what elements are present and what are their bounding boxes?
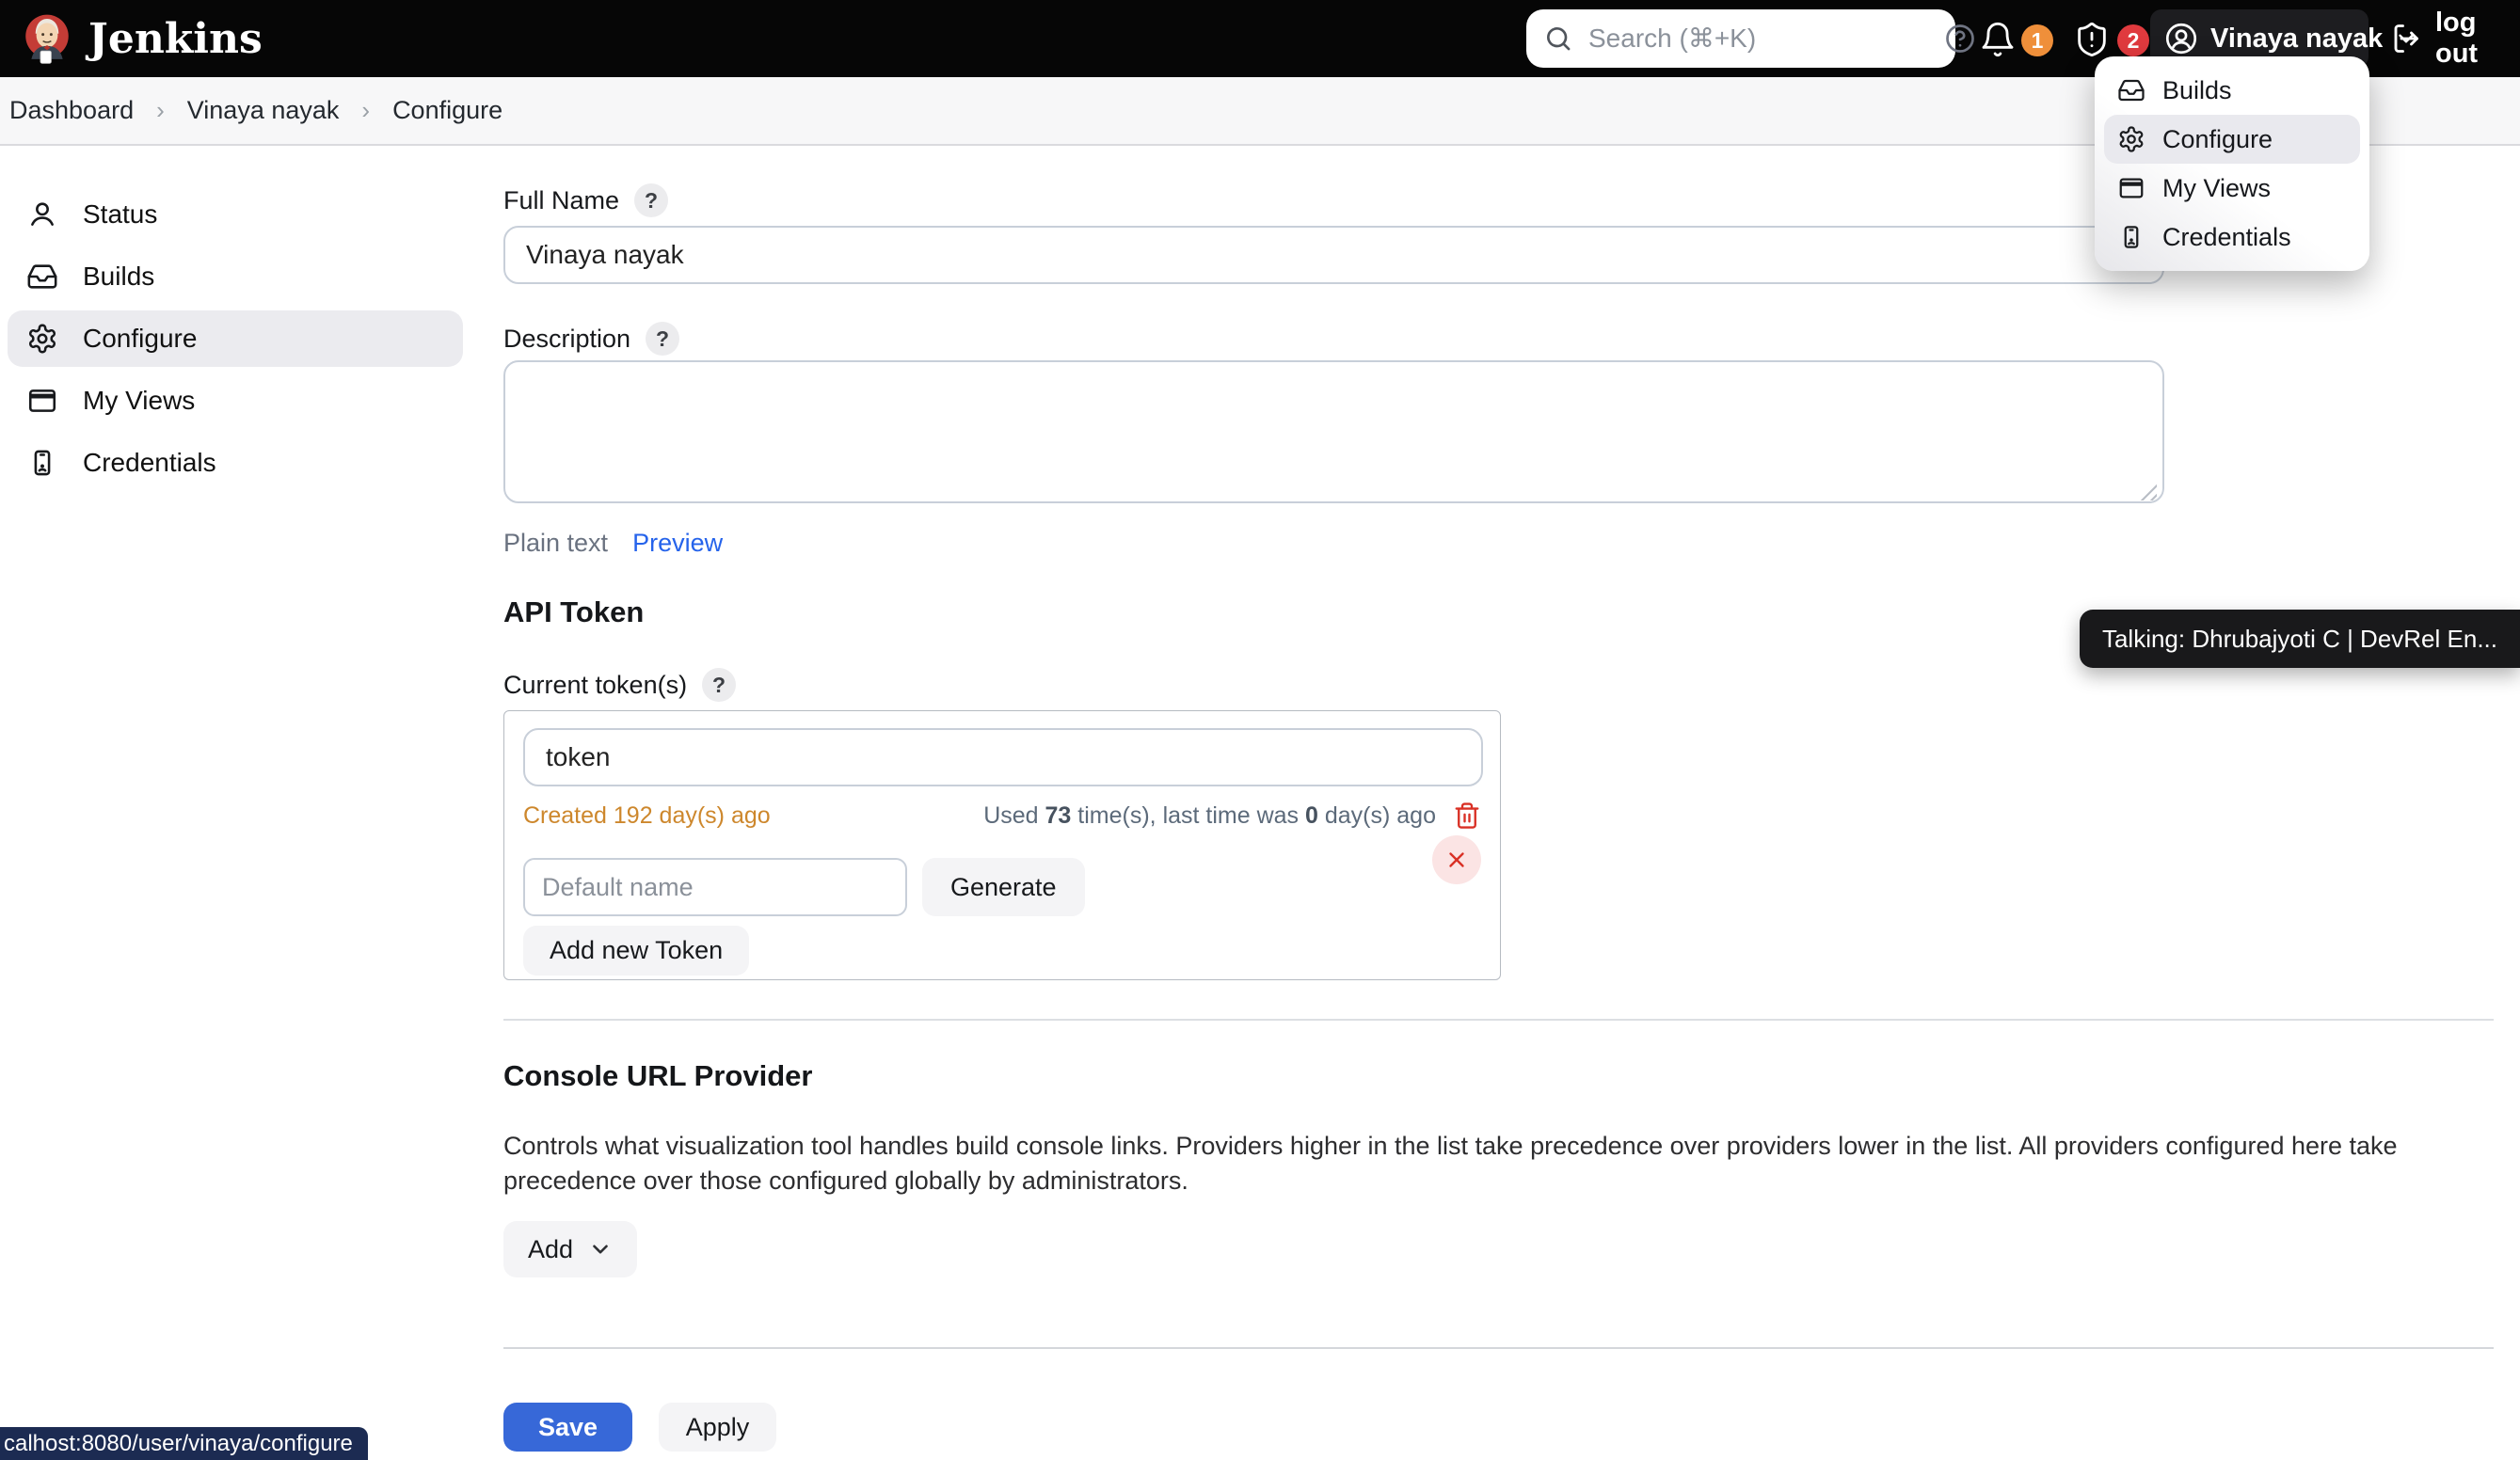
logout-label: log out: [2435, 8, 2520, 70]
sidebar-item-status[interactable]: Status: [8, 186, 463, 243]
sidebar-item-my-views[interactable]: My Views: [8, 373, 463, 429]
breadcrumb-user[interactable]: Vinaya nayak: [187, 96, 340, 125]
gear-icon: [26, 323, 58, 355]
configure-form: Full Name ? Description ? Plain text Pre…: [503, 146, 2494, 1278]
menu-item-label: Credentials: [2162, 223, 2291, 252]
footer-divider: [503, 1347, 2494, 1349]
sidebar-item-builds[interactable]: Builds: [8, 248, 463, 305]
description-help-icon[interactable]: ?: [646, 322, 679, 356]
user-dropdown-menu: Builds Configure My Views Credentials: [2095, 56, 2369, 271]
apply-button[interactable]: Apply: [659, 1403, 776, 1452]
menu-item-configure[interactable]: Configure: [2104, 115, 2360, 164]
breadcrumb-chevron-icon: ›: [361, 96, 370, 125]
current-tokens-help-icon[interactable]: ?: [702, 668, 736, 702]
sidebar-item-label: Builds: [83, 262, 154, 292]
window-icon: [26, 385, 58, 417]
console-url-heading: Console URL Provider: [503, 1059, 2494, 1097]
menu-item-credentials[interactable]: Credentials: [2104, 213, 2360, 262]
search-help-icon[interactable]: [1943, 22, 1977, 56]
chevron-down-icon: [588, 1237, 613, 1262]
jenkins-home-link[interactable]: Jenkins: [21, 11, 263, 66]
menu-item-label: Configure: [2162, 125, 2273, 154]
delete-token-trash-icon[interactable]: [1453, 801, 1481, 830]
menu-item-label: My Views: [2162, 174, 2271, 203]
notifications-badge[interactable]: 1: [2021, 24, 2053, 56]
description-modes: Plain text Preview: [503, 529, 2494, 557]
section-divider: [503, 1019, 2494, 1021]
menu-item-builds[interactable]: Builds: [2104, 66, 2360, 115]
logout-button[interactable]: log out: [2390, 0, 2520, 77]
close-icon: [1444, 848, 1469, 872]
description-label-row: Description ?: [503, 323, 2494, 355]
token-name-input[interactable]: [523, 728, 1483, 786]
sidebar-item-label: Configure: [83, 324, 197, 354]
token-meta-row: Created 192 day(s) ago Used 73 time(s), …: [523, 801, 1481, 830]
search-bar[interactable]: [1526, 9, 1955, 68]
user-name: Vinaya nayak: [2210, 24, 2383, 55]
sidebar-item-label: Credentials: [83, 448, 216, 478]
add-provider-label: Add: [528, 1235, 573, 1264]
sidebar-item-label: Status: [83, 199, 157, 230]
token-usage-group: Used 73 time(s), last time was 0 day(s) …: [983, 801, 1481, 830]
notifications-bell-icon[interactable]: [1979, 21, 2017, 58]
status-url-bar: calhost:8080/user/vinaya/configure: [0, 1427, 368, 1460]
generate-token-button[interactable]: Generate: [922, 858, 1085, 916]
description-label: Description: [503, 325, 630, 354]
gear-icon: [2117, 125, 2145, 153]
description-wrapper: [503, 355, 2164, 508]
user-icon: [26, 198, 58, 230]
sidebar-item-credentials[interactable]: Credentials: [8, 435, 463, 491]
sidebar-item-configure[interactable]: Configure: [8, 310, 463, 367]
cancel-new-token-button[interactable]: [1432, 835, 1481, 884]
add-provider-button[interactable]: Add: [503, 1221, 637, 1278]
new-token-name-input[interactable]: [523, 858, 907, 916]
sidebar: Status Builds Configure My Views Credent…: [0, 146, 471, 497]
search-input[interactable]: [1588, 24, 1928, 54]
inbox-icon: [26, 261, 58, 293]
id-badge-icon: [26, 447, 58, 479]
security-badge[interactable]: 2: [2117, 24, 2149, 56]
preview-link[interactable]: Preview: [632, 529, 723, 558]
search-icon: [1543, 24, 1573, 54]
current-tokens-label-row: Current token(s) ?: [503, 669, 2494, 701]
full-name-label: Full Name: [503, 186, 619, 215]
breadcrumb-configure[interactable]: Configure: [392, 96, 502, 125]
menu-item-label: Builds: [2162, 76, 2232, 105]
token-box: Created 192 day(s) ago Used 73 time(s), …: [503, 710, 1501, 980]
full-name-input[interactable]: [503, 226, 2164, 284]
breadcrumb-dashboard[interactable]: Dashboard: [9, 96, 134, 125]
new-token-row: Generate: [523, 858, 1481, 916]
plain-text-label: Plain text: [503, 529, 608, 558]
security-shield-icon[interactable]: [2073, 21, 2111, 58]
footer-actions: Save Apply: [503, 1403, 776, 1452]
token-usage-text: Used 73 time(s), last time was 0 day(s) …: [983, 802, 1436, 830]
description-textarea[interactable]: [503, 360, 2164, 503]
id-badge-icon: [2117, 223, 2145, 251]
current-tokens-label: Current token(s): [503, 671, 687, 700]
token-created-text: Created 192 day(s) ago: [523, 802, 771, 830]
console-url-description: Controls what visualization tool handles…: [503, 1129, 2489, 1198]
sidebar-item-label: My Views: [83, 386, 195, 416]
inbox-icon: [2117, 76, 2145, 104]
breadcrumb-chevron-icon: ›: [156, 96, 165, 125]
jenkins-butler-logo-icon: [21, 11, 73, 66]
full-name-help-icon[interactable]: ?: [634, 183, 668, 217]
menu-item-my-views[interactable]: My Views: [2104, 164, 2360, 213]
save-button[interactable]: Save: [503, 1403, 632, 1452]
talking-tooltip: Talking: Dhrubajyoti C | DevRel En...: [2080, 610, 2520, 668]
add-new-token-button[interactable]: Add new Token: [523, 926, 749, 976]
avatar-icon: [2163, 21, 2199, 56]
window-icon: [2117, 174, 2145, 202]
brand-title: Jenkins: [88, 15, 263, 63]
logout-icon: [2390, 22, 2424, 56]
